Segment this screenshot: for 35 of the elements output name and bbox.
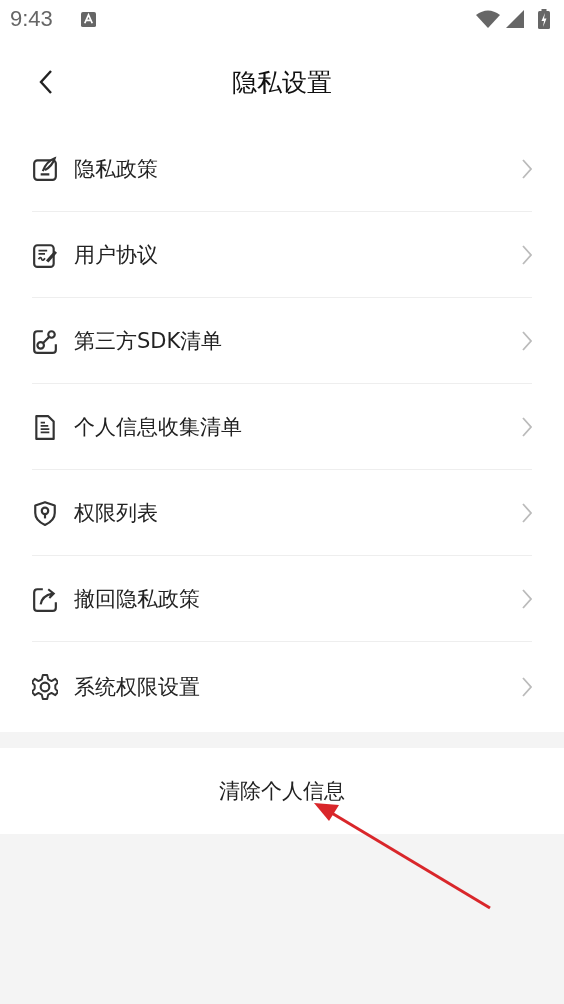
settings-row[interactable]: 撤回隐私政策	[32, 556, 532, 642]
row-label: 用户协议	[74, 241, 159, 269]
chevron-icon	[522, 416, 532, 437]
settings-row[interactable]: 权限列表	[32, 470, 532, 556]
contract-icon	[32, 241, 58, 268]
link-icon	[32, 327, 58, 354]
export-icon	[32, 585, 58, 612]
wifi-icon	[476, 10, 500, 28]
chevron-icon	[522, 330, 532, 351]
shield-icon	[32, 499, 58, 526]
row-label: 个人信息收集清单	[74, 413, 243, 441]
status-time: 9:43	[10, 6, 53, 32]
row-label: 第三方SDK清单	[74, 327, 224, 355]
gear-icon	[32, 674, 58, 700]
chevron-icon	[522, 158, 532, 179]
back-icon	[39, 69, 53, 95]
row-label: 权限列表	[74, 499, 159, 527]
row-label: 系统权限设置	[74, 674, 201, 701]
page-title: 隐私设置	[231, 66, 333, 99]
chevron-icon	[522, 502, 532, 523]
signal-icon	[506, 10, 524, 28]
settings-row[interactable]: 隐私政策	[32, 126, 532, 212]
chevron-icon	[522, 244, 532, 265]
chevron-icon	[522, 677, 532, 697]
notification-icon	[80, 11, 96, 27]
note-icon	[32, 155, 58, 182]
document-icon	[32, 413, 58, 440]
row-label: 隐私政策	[74, 155, 159, 183]
chevron-icon	[522, 588, 532, 609]
settings-row[interactable]: 系统权限设置	[32, 642, 532, 732]
battery-icon	[538, 9, 550, 29]
settings-row[interactable]: 用户协议	[32, 212, 532, 298]
row-label: 撤回隐私政策	[74, 585, 201, 613]
settings-row[interactable]: 第三方SDK清单	[32, 298, 532, 384]
settings-row[interactable]: 个人信息收集清单	[32, 384, 532, 470]
